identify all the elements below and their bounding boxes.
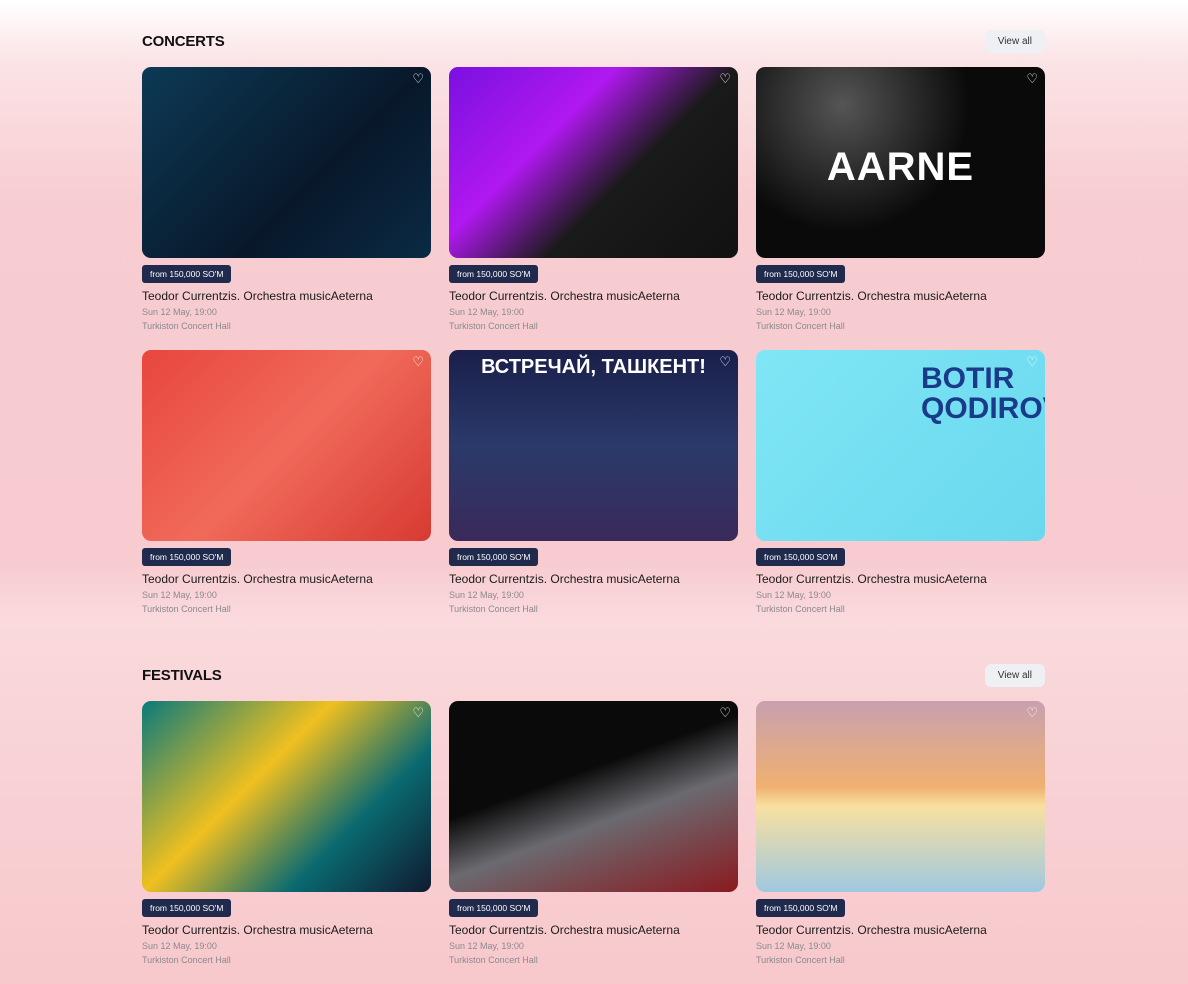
view-all-button[interactable]: View all — [984, 29, 1045, 53]
event-venue: Turkiston Concert Hall — [142, 321, 231, 331]
price-badge: from 150,000 SO'M — [142, 548, 232, 566]
price-badge: from 150,000 SO'M — [449, 265, 539, 283]
event-date: Sun 12 May, 19:00 — [756, 590, 831, 600]
heart-icon[interactable]: ♡ — [412, 706, 424, 719]
event-title[interactable]: Teodor Currentzis. Orchestra musicAetern… — [449, 289, 738, 303]
event-date: Sun 12 May, 19:00 — [449, 941, 524, 951]
poster-text: ВСТРЕЧАЙ, ТАШКЕНТ! — [481, 356, 706, 378]
event-image[interactable]: AARNE ♡ — [756, 67, 1045, 258]
event-title[interactable]: Teodor Currentzis. Orchestra musicAetern… — [449, 923, 738, 937]
event-title[interactable]: Teodor Currentzis. Orchestra musicAetern… — [756, 572, 1045, 586]
event-image[interactable]: ♡ — [142, 350, 431, 541]
event-card[interactable]: ♡ from 150,000 SO'M Teodor Currentzis. O… — [142, 701, 431, 968]
price-badge: from 150,000 SO'M — [756, 548, 846, 566]
price-badge: from 150,000 SO'M — [142, 899, 232, 917]
event-venue: Turkiston Concert Hall — [142, 604, 231, 614]
event-card[interactable]: BOTIR QODIROV♡ from 150,000 SO'M Teodor … — [756, 350, 1045, 617]
event-card[interactable]: ♡ from 150,000 SO'M Teodor Currentzis. O… — [449, 701, 738, 968]
event-venue: Turkiston Concert Hall — [449, 955, 538, 965]
event-date: Sun 12 May, 19:00 — [449, 590, 524, 600]
event-image[interactable]: ♡ — [449, 67, 738, 258]
event-image[interactable]: BOTIR QODIROV♡ — [756, 350, 1045, 541]
event-card[interactable]: ♡ from 150,000 SO'M Teodor Currentzis. O… — [142, 67, 431, 334]
event-title[interactable]: Teodor Currentzis. Orchestra musicAetern… — [142, 572, 431, 586]
price-badge: from 150,000 SO'M — [756, 265, 846, 283]
event-title[interactable]: Teodor Currentzis. Orchestra musicAetern… — [449, 572, 738, 586]
event-date: Sun 12 May, 19:00 — [756, 307, 831, 317]
concerts-section: CONCERTS View all ♡ from 150,000 SO'M Teo… — [142, 29, 1045, 617]
heart-icon[interactable]: ♡ — [1026, 72, 1038, 85]
price-badge: from 150,000 SO'M — [142, 265, 232, 283]
event-date: Sun 12 May, 19:00 — [142, 307, 217, 317]
heart-icon[interactable]: ♡ — [1026, 355, 1038, 368]
event-venue: Turkiston Concert Hall — [449, 604, 538, 614]
section-title: FESTIVALS — [142, 666, 222, 684]
event-title[interactable]: Teodor Currentzis. Orchestra musicAetern… — [142, 289, 431, 303]
event-venue: Turkiston Concert Hall — [756, 321, 845, 331]
event-card[interactable]: ♡ from 150,000 SO'M Teodor Currentzis. O… — [449, 67, 738, 334]
heart-icon[interactable]: ♡ — [1026, 706, 1038, 719]
event-card[interactable]: ВСТРЕЧАЙ, ТАШКЕНТ! ♡ from 150,000 SO'M Te… — [449, 350, 738, 617]
event-date: Sun 12 May, 19:00 — [142, 590, 217, 600]
festivals-section: FESTIVALS View all ♡ from 150,000 SO'M Te… — [142, 663, 1045, 968]
section-title: CONCERTS — [142, 32, 225, 50]
heart-icon[interactable]: ♡ — [412, 72, 424, 85]
view-all-button[interactable]: View all — [984, 663, 1045, 687]
event-image[interactable]: ♡ — [449, 701, 738, 892]
price-badge: from 150,000 SO'M — [449, 899, 539, 917]
event-venue: Turkiston Concert Hall — [449, 321, 538, 331]
price-badge: from 150,000 SO'M — [449, 548, 539, 566]
price-badge: from 150,000 SO'M — [756, 899, 846, 917]
heart-icon[interactable]: ♡ — [719, 355, 731, 368]
event-image[interactable]: ♡ — [756, 701, 1045, 892]
poster-text: AARNE — [826, 145, 975, 189]
heart-icon[interactable]: ♡ — [719, 706, 731, 719]
event-title[interactable]: Teodor Currentzis. Orchestra musicAetern… — [142, 923, 431, 937]
event-card[interactable]: ♡ from 150,000 SO'M Teodor Currentzis. O… — [756, 701, 1045, 968]
event-venue: Turkiston Concert Hall — [756, 955, 845, 965]
event-venue: Turkiston Concert Hall — [756, 604, 845, 614]
event-image[interactable]: ♡ — [142, 701, 431, 892]
poster-text: BOTIR QODIROV — [921, 362, 1045, 425]
event-date: Sun 12 May, 19:00 — [756, 941, 831, 951]
event-card[interactable]: AARNE ♡ from 150,000 SO'M Teodor Currentz… — [756, 67, 1045, 334]
event-card[interactable]: ♡ from 150,000 SO'M Teodor Currentzis. O… — [142, 350, 431, 617]
event-title[interactable]: Teodor Currentzis. Orchestra musicAetern… — [756, 923, 1045, 937]
event-title[interactable]: Teodor Currentzis. Orchestra musicAetern… — [756, 289, 1045, 303]
event-venue: Turkiston Concert Hall — [142, 955, 231, 965]
heart-icon[interactable]: ♡ — [719, 72, 731, 85]
event-date: Sun 12 May, 19:00 — [142, 941, 217, 951]
event-date: Sun 12 May, 19:00 — [449, 307, 524, 317]
event-image[interactable]: ВСТРЕЧАЙ, ТАШКЕНТ! ♡ — [449, 350, 738, 541]
event-image[interactable]: ♡ — [142, 67, 431, 258]
heart-icon[interactable]: ♡ — [412, 355, 424, 368]
